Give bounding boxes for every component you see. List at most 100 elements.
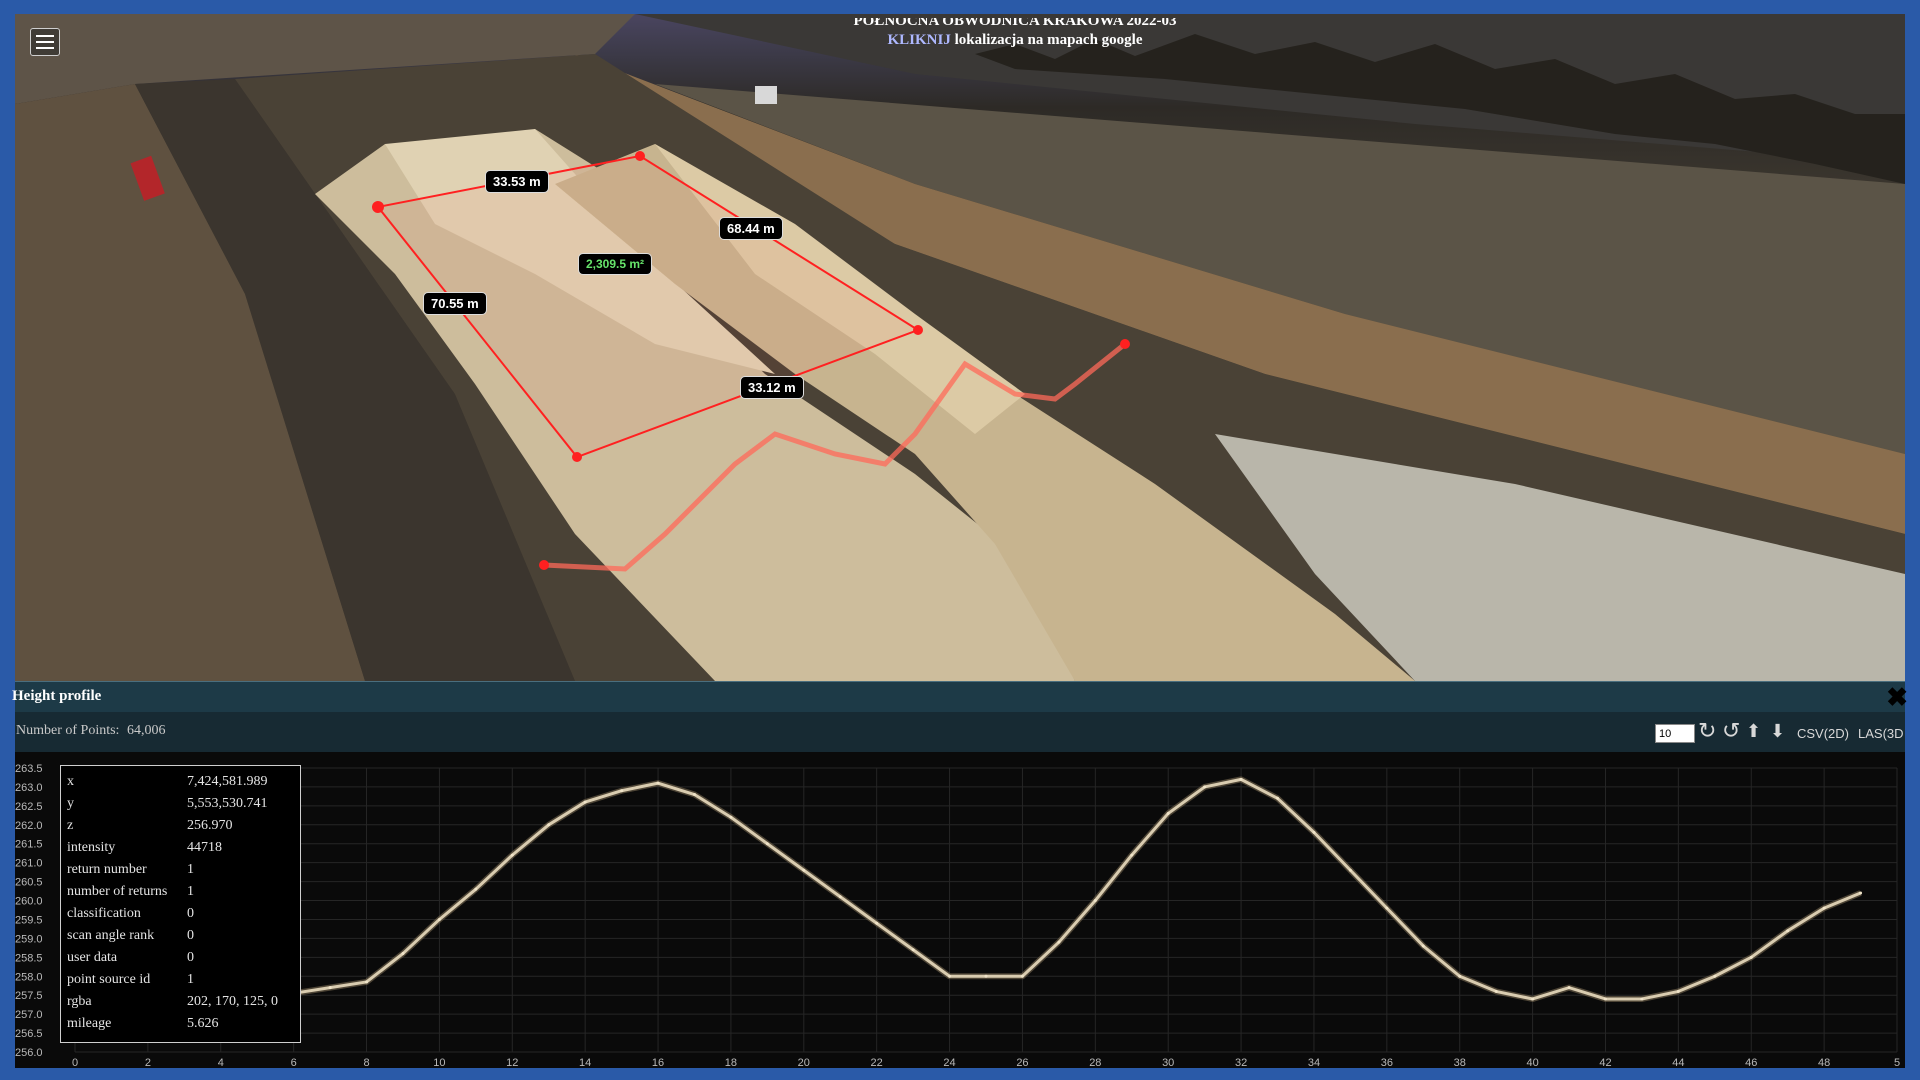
x-tick-label: 4 <box>218 1057 224 1068</box>
profile-point <box>1640 997 1644 1001</box>
maps-link-line: KLIKNIJ lokalizacja na mapach google <box>735 31 1295 50</box>
y-tick-label: 256.5 <box>15 1028 43 1040</box>
y-tick-label: 260.0 <box>15 896 43 908</box>
y-tick-label: 258.5 <box>15 952 43 964</box>
profile-point <box>1057 940 1061 944</box>
profile-point <box>1203 785 1207 789</box>
y-tick-label: 261.0 <box>15 858 43 870</box>
x-tick-label: 0 <box>72 1057 78 1068</box>
x-tick-label: 8 <box>363 1057 369 1068</box>
point-attribute-value: 44718 <box>187 840 222 855</box>
profile-point <box>328 986 332 990</box>
measure-point-1[interactable] <box>372 201 384 213</box>
point-attribute-row: z 256.970 <box>67 815 294 837</box>
profile-point <box>802 868 806 872</box>
point-attribute-value: 1 <box>187 884 194 899</box>
profile-point <box>1713 974 1717 978</box>
x-tick-label: 16 <box>652 1057 664 1068</box>
y-tick-label: 258.0 <box>15 971 43 983</box>
y-tick-label: 261.5 <box>15 839 43 851</box>
x-tick-label: 20 <box>798 1057 810 1068</box>
point-attribute-name: rgba <box>67 994 92 1009</box>
x-tick-label: 5 <box>1894 1057 1900 1068</box>
point-cloud-viewport[interactable]: PÓŁNOCNA OBWODNICA KRAKOWA 2022-03 KLIKN… <box>15 14 1905 681</box>
point-attribute-value: 1 <box>187 862 194 877</box>
point-budget-input[interactable] <box>1655 724 1695 743</box>
profile-end-point[interactable] <box>1120 339 1130 349</box>
profile-point <box>692 793 696 797</box>
profile-point <box>1276 796 1280 800</box>
point-info-panel: x 7,424,581.989 y 5,553,530.741 z 256.970 inte… <box>60 765 301 1043</box>
profile-point <box>911 948 915 952</box>
google-maps-link[interactable]: KLIKNIJ <box>887 32 950 48</box>
profile-point <box>1676 989 1680 993</box>
point-attribute-value: 7,424,581.989 <box>187 774 268 789</box>
points-count-label: Number of Points: <box>16 723 120 738</box>
point-attribute-name: intensity <box>67 840 116 855</box>
profile-point <box>984 974 988 978</box>
x-tick-label: 26 <box>1016 1057 1028 1068</box>
move-down-icon[interactable]: ⬇ <box>1770 720 1785 744</box>
distance-label-left: 70.55 m <box>423 292 487 315</box>
x-tick-label: 30 <box>1162 1057 1174 1068</box>
y-tick-label: 263.0 <box>15 782 43 794</box>
rotate-counterclockwise-icon[interactable]: ↺ <box>1722 720 1740 744</box>
y-tick-label: 262.5 <box>15 801 43 813</box>
point-attribute-name: z <box>67 818 74 833</box>
profile-point <box>1749 955 1753 959</box>
profile-point <box>1385 906 1389 910</box>
x-tick-label: 6 <box>291 1057 297 1068</box>
point-attribute-value: 202, 170, 125, 0 <box>187 994 278 1009</box>
y-tick-label: 257.0 <box>15 1009 43 1021</box>
point-attribute-value: 256.970 <box>187 818 233 833</box>
close-icon[interactable]: ✖ <box>1886 685 1908 711</box>
point-attribute-value: 0 <box>187 906 194 921</box>
profile-series-line <box>277 777 1862 1012</box>
menu-icon-bar <box>36 47 54 49</box>
measure-point-4[interactable] <box>572 452 582 462</box>
white-vehicle <box>755 86 777 104</box>
y-tick-label: 257.5 <box>15 990 43 1002</box>
profile-point <box>1421 944 1425 948</box>
download-las-button[interactable]: LAS(3D <box>1858 726 1904 741</box>
profile-point <box>547 823 551 827</box>
x-tick-label: 44 <box>1672 1057 1684 1068</box>
point-attribute-name: y <box>67 796 74 811</box>
point-attribute-row: y 5,553,530.741 <box>67 793 294 815</box>
rotate-clockwise-icon[interactable]: ↻ <box>1698 720 1716 744</box>
distance-label-right: 68.44 m <box>719 217 783 240</box>
distance-label-top: 33.53 m <box>485 170 549 193</box>
area-label: 2,309.5 m² <box>578 253 653 275</box>
measure-point-3[interactable] <box>913 325 923 335</box>
x-tick-label: 34 <box>1308 1057 1320 1068</box>
profile-point <box>656 781 660 785</box>
point-attribute-name: point source id <box>67 972 151 987</box>
profile-point <box>1494 989 1498 993</box>
y-tick-label: 263.5 <box>15 763 43 775</box>
download-csv-button[interactable]: CSV(2D) <box>1797 726 1849 741</box>
move-up-icon[interactable]: ⬆ <box>1746 720 1761 744</box>
height-profile-panel: Height profile ✖ Number of Points: 64,00… <box>12 681 1908 1068</box>
profile-series-shadow <box>276 776 1862 1013</box>
profile-point <box>1239 777 1243 781</box>
point-cloud-scene <box>15 14 1905 681</box>
project-header: PÓŁNOCNA OBWODNICA KRAKOWA 2022-03 KLIKN… <box>735 18 1295 50</box>
point-attribute-name: scan angle rank <box>67 928 155 943</box>
profile-point <box>1458 974 1462 978</box>
profile-point <box>1020 974 1024 978</box>
x-axis-ticks: 0 2 4 6 8 10 12 14 16 18 20 22 24 26 28 30 32 34 36 38 40 42 4… <box>72 1057 1900 1068</box>
x-tick-label: 46 <box>1745 1057 1757 1068</box>
point-attribute-name: mileage <box>67 1016 112 1031</box>
x-tick-label: 36 <box>1381 1057 1393 1068</box>
google-maps-link-text: lokalizacja na mapach google <box>954 32 1143 48</box>
profile-start-point[interactable] <box>539 560 549 570</box>
point-attribute-name: user data <box>67 950 118 965</box>
profile-point <box>1822 906 1826 910</box>
profile-point <box>510 853 514 857</box>
profile-point <box>401 952 405 956</box>
measure-point-2[interactable] <box>635 151 645 161</box>
point-attribute-name: classification <box>67 906 141 921</box>
sidebar-menu-button[interactable] <box>30 28 60 56</box>
points-count-value: 64,006 <box>126 723 166 738</box>
y-tick-label: 262.0 <box>15 820 43 832</box>
